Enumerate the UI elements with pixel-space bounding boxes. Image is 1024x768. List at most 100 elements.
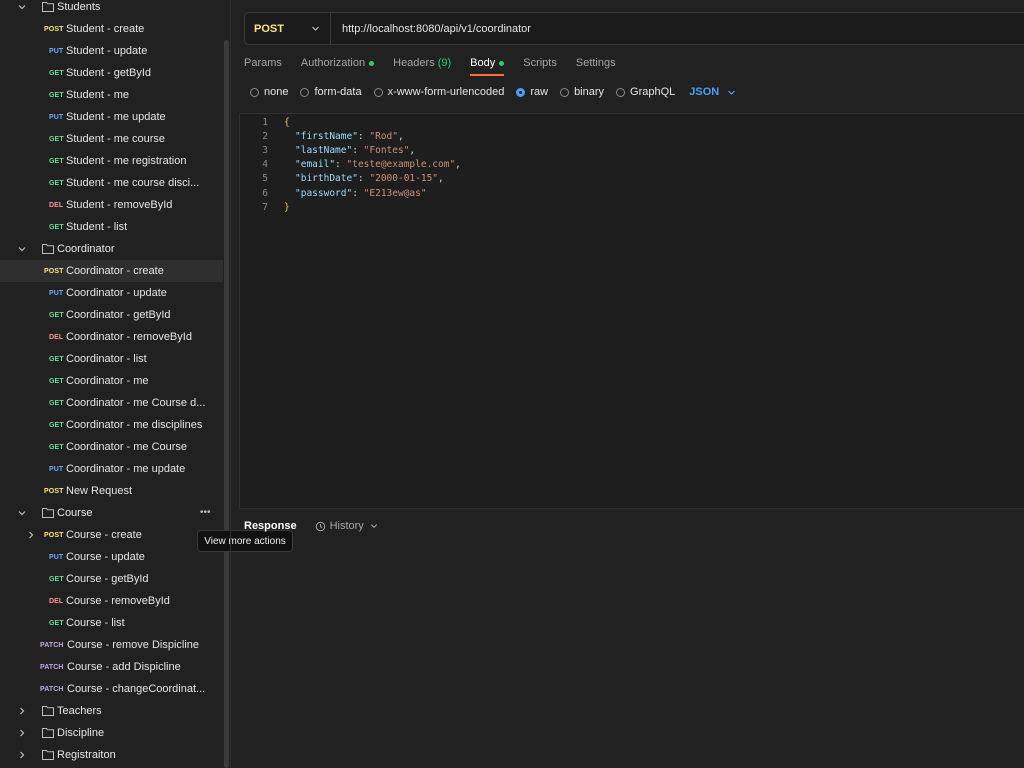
request-item[interactable]: POST Coordinator - create bbox=[0, 260, 223, 282]
tab-scripts-label: Scripts bbox=[523, 57, 557, 69]
chevron-right-icon[interactable] bbox=[17, 728, 27, 738]
radio-graphql[interactable]: GraphQL bbox=[616, 86, 675, 98]
request-label: Student - removeById bbox=[66, 199, 173, 211]
folder-registraiton[interactable]: Registraiton bbox=[0, 744, 223, 766]
request-label: Coordinator - me Course bbox=[66, 441, 188, 453]
request-label: Student - me bbox=[66, 89, 129, 101]
chevron-down-icon[interactable] bbox=[17, 244, 27, 254]
request-item[interactable]: DEL Student - removeById bbox=[0, 194, 223, 216]
brace: } bbox=[284, 201, 290, 213]
folder-icon bbox=[42, 507, 54, 518]
method-badge: GET bbox=[49, 619, 64, 627]
folder-discipline[interactable]: Discipline bbox=[0, 722, 223, 744]
request-label: Student - me update bbox=[66, 111, 166, 123]
method-select[interactable]: POST bbox=[245, 13, 331, 44]
request-item[interactable]: GET Course - list bbox=[0, 612, 223, 634]
folder-label: Coordinator bbox=[57, 243, 115, 255]
request-item[interactable]: GET Student - me bbox=[0, 84, 223, 106]
request-tabs: Params Authorization Headers (9) Body Scr… bbox=[244, 52, 635, 76]
radio-none[interactable]: none bbox=[250, 86, 288, 98]
request-item[interactable]: GET Course - getById bbox=[0, 568, 223, 590]
code-text: "lastName": "Fontes", bbox=[295, 144, 416, 156]
sidebar-scrollbar[interactable] bbox=[224, 40, 229, 768]
request-item[interactable]: PATCH Course - remove Dispicline bbox=[0, 634, 223, 656]
brace: { bbox=[284, 116, 290, 128]
radio-raw[interactable]: raw bbox=[516, 86, 548, 98]
request-label: Student - list bbox=[66, 221, 128, 233]
url-input[interactable] bbox=[342, 22, 992, 35]
tab-response[interactable]: Response bbox=[244, 520, 297, 532]
method-badge: GET bbox=[49, 377, 64, 385]
chevron-right-icon[interactable] bbox=[17, 750, 27, 760]
folder-teachers[interactable]: Teachers bbox=[0, 700, 223, 722]
request-item[interactable]: GET Coordinator - getById bbox=[0, 304, 223, 326]
tab-authorization[interactable]: Authorization bbox=[300, 52, 375, 74]
request-label: Student - me course bbox=[66, 133, 166, 145]
request-item[interactable]: GET Student - me course disci... bbox=[0, 172, 223, 194]
request-item[interactable]: GET Coordinator - me disciplines bbox=[0, 414, 223, 436]
tab-headers[interactable]: Headers (9) bbox=[393, 52, 451, 74]
method-badge: GET bbox=[49, 421, 64, 429]
chevron-down-icon[interactable] bbox=[17, 508, 27, 518]
request-label: Student - me course disci... bbox=[66, 177, 200, 189]
json-key: "lastName" bbox=[295, 144, 353, 156]
radio-circle bbox=[516, 87, 526, 97]
request-item[interactable]: GET Student - me course bbox=[0, 128, 223, 150]
history-button[interactable]: History bbox=[315, 520, 382, 532]
response-bar: Response History bbox=[244, 516, 382, 536]
folder-course[interactable]: Course ••• bbox=[0, 502, 223, 524]
method-badge: GET bbox=[49, 157, 64, 165]
code-line: 1{ bbox=[240, 115, 290, 129]
method-badge: POST bbox=[44, 25, 64, 33]
more-actions-icon[interactable]: ••• bbox=[200, 507, 211, 518]
radio-binary-label: binary bbox=[574, 86, 605, 98]
request-item[interactable]: PUT Course - update bbox=[0, 546, 223, 568]
tab-body[interactable]: Body bbox=[470, 52, 505, 76]
request-item[interactable]: PUT Coordinator - update bbox=[0, 282, 223, 304]
request-item[interactable]: PUT Student - update bbox=[0, 40, 223, 62]
request-item[interactable]: PUT Student - me update bbox=[0, 106, 223, 128]
request-label: Student - getById bbox=[66, 67, 151, 79]
request-item[interactable]: PATCH Course - changeCoordinat... bbox=[0, 678, 223, 700]
radio-urlencoded[interactable]: x-www-form-urlencoded bbox=[373, 86, 504, 98]
request-label: Coordinator - me bbox=[66, 375, 149, 387]
request-item[interactable]: GET Student - list bbox=[0, 216, 223, 238]
radio-binary[interactable]: binary bbox=[560, 86, 604, 98]
tab-settings[interactable]: Settings bbox=[576, 52, 616, 74]
request-item[interactable]: POST Student - create bbox=[0, 18, 223, 40]
tab-params[interactable]: Params bbox=[244, 52, 282, 74]
request-label: New Request bbox=[66, 485, 133, 497]
tab-headers-label: Headers bbox=[393, 57, 435, 69]
request-item[interactable]: DEL Coordinator - removeById bbox=[0, 326, 223, 348]
request-item[interactable]: PATCH Course - add Dispicline bbox=[0, 656, 223, 678]
method-badge: PATCH bbox=[40, 641, 64, 649]
request-item[interactable]: GET Coordinator - me Course bbox=[0, 436, 223, 458]
line-number: 6 bbox=[262, 187, 268, 199]
json-key: "birthDate" bbox=[295, 173, 358, 185]
radio-form-data[interactable]: form-data bbox=[300, 86, 362, 98]
tab-scripts[interactable]: Scripts bbox=[523, 52, 557, 74]
chevron-right-icon[interactable] bbox=[17, 706, 27, 716]
chevron-down-icon[interactable] bbox=[17, 2, 27, 12]
request-item[interactable]: GET Coordinator - me Course d... bbox=[0, 392, 223, 414]
request-label: Course - changeCoordinat... bbox=[67, 683, 206, 695]
request-item[interactable]: GET Coordinator - list bbox=[0, 348, 223, 370]
chevron-down-icon bbox=[311, 24, 320, 36]
request-item[interactable]: POST New Request bbox=[0, 480, 223, 502]
language-select[interactable]: JSON bbox=[689, 86, 736, 98]
request-item[interactable]: DEL Course - removeById bbox=[0, 590, 223, 612]
request-item[interactable]: POST Course - create bbox=[0, 524, 223, 546]
request-item[interactable]: GET Student - getById bbox=[0, 62, 223, 84]
chevron-right-icon[interactable] bbox=[26, 530, 36, 540]
folder-students[interactable]: Students bbox=[0, 0, 223, 18]
request-label: Coordinator - create bbox=[66, 265, 164, 277]
tab-params-label: Params bbox=[244, 57, 282, 69]
folder-coordinator[interactable]: Coordinator bbox=[0, 238, 223, 260]
code-line: 2 "firstName": "Rod", bbox=[240, 129, 403, 143]
request-item[interactable]: GET Student - me registration bbox=[0, 150, 223, 172]
request-label: Coordinator - me disciplines bbox=[66, 419, 203, 431]
request-item[interactable]: GET Coordinator - me bbox=[0, 370, 223, 392]
tab-authorization-label: Authorization bbox=[300, 57, 366, 69]
body-editor[interactable]: 1{2 "firstName": "Rod", 3 "lastName": "Font… bbox=[239, 113, 1024, 509]
request-item[interactable]: PUT Coordinator - me update bbox=[0, 458, 223, 480]
